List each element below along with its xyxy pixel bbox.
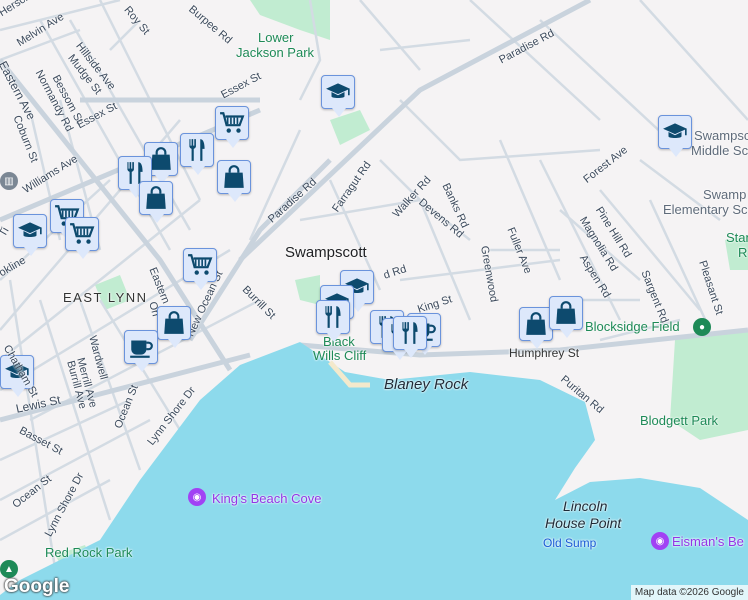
marker-bag[interactable] bbox=[549, 296, 583, 338]
cafe-icon bbox=[128, 334, 154, 360]
marker-cafe[interactable] bbox=[124, 330, 158, 372]
bag-icon bbox=[553, 300, 579, 326]
place-elementary-school: Elementary Sc bbox=[663, 202, 748, 217]
bag-icon bbox=[161, 310, 187, 336]
place-blaney-rock: Blaney Rock bbox=[384, 376, 469, 393]
bag-icon bbox=[221, 164, 247, 190]
place-middle-school: Middle Sc bbox=[691, 143, 748, 158]
cart-icon bbox=[69, 221, 95, 247]
restaurant-icon bbox=[184, 137, 210, 163]
place-blocksidge-field: Blocksidge Field bbox=[585, 319, 680, 334]
place-stan: R bbox=[738, 245, 748, 260]
place-old-sump: Old Sump bbox=[543, 536, 597, 550]
marker-restaurant[interactable] bbox=[393, 316, 427, 358]
park-pin-icon[interactable]: ● bbox=[693, 318, 711, 336]
place-lower-jackson-park: Lower bbox=[258, 30, 294, 45]
marker-bag[interactable] bbox=[157, 306, 191, 348]
museum-icon[interactable]: ▥ bbox=[0, 172, 18, 190]
marker-bag[interactable] bbox=[519, 307, 553, 349]
street-label: Humphrey St bbox=[509, 346, 580, 360]
bag-icon bbox=[143, 185, 169, 211]
marker-school[interactable] bbox=[658, 115, 692, 157]
marker-bag[interactable] bbox=[139, 181, 173, 223]
place-lower-jackson-park: Jackson Park bbox=[236, 45, 315, 60]
cart-icon bbox=[187, 252, 213, 278]
restaurant-icon bbox=[320, 304, 346, 330]
camera-icon[interactable]: ◉ bbox=[188, 488, 206, 506]
marker-cart[interactable] bbox=[183, 248, 217, 290]
marker-bag[interactable] bbox=[217, 160, 251, 202]
marker-restaurant[interactable] bbox=[180, 133, 214, 175]
marker-restaurant[interactable] bbox=[316, 300, 350, 342]
school-icon bbox=[325, 79, 351, 105]
place-red-rock-park: Red Rock Park bbox=[45, 545, 133, 560]
place-swampscott: Swampscott bbox=[285, 244, 367, 261]
place-stan: Stan bbox=[726, 230, 748, 245]
map-attribution[interactable]: Map data ©2026 Google bbox=[630, 585, 748, 600]
place-eismans-beach[interactable]: Eisman's Be bbox=[672, 534, 744, 549]
marker-cart[interactable] bbox=[215, 106, 249, 148]
school-icon bbox=[662, 119, 688, 145]
place-elementary-school: Swamp bbox=[703, 187, 747, 202]
cart-icon bbox=[219, 110, 245, 136]
marker-school[interactable] bbox=[321, 75, 355, 117]
camera-icon[interactable]: ◉ bbox=[651, 532, 669, 550]
place-lincoln-house-point: House Point bbox=[545, 515, 622, 531]
school-icon bbox=[17, 218, 43, 244]
marker-cart[interactable] bbox=[65, 217, 99, 259]
google-logo: Google bbox=[4, 576, 70, 597]
place-middle-school: Swampsc bbox=[694, 128, 748, 143]
place-kings-beach-cove[interactable]: King's Beach Cove bbox=[212, 491, 321, 506]
marker-school[interactable] bbox=[13, 214, 47, 256]
bag-icon bbox=[523, 311, 549, 337]
place-blodgett-park: Blodgett Park bbox=[640, 413, 719, 428]
place-east-lynn: EAST LYNN bbox=[63, 290, 148, 305]
place-black-wills-cliff: Wills Cliff bbox=[313, 348, 367, 363]
restaurant-icon bbox=[397, 320, 423, 346]
place-lincoln-house-point: Lincoln bbox=[563, 498, 608, 514]
